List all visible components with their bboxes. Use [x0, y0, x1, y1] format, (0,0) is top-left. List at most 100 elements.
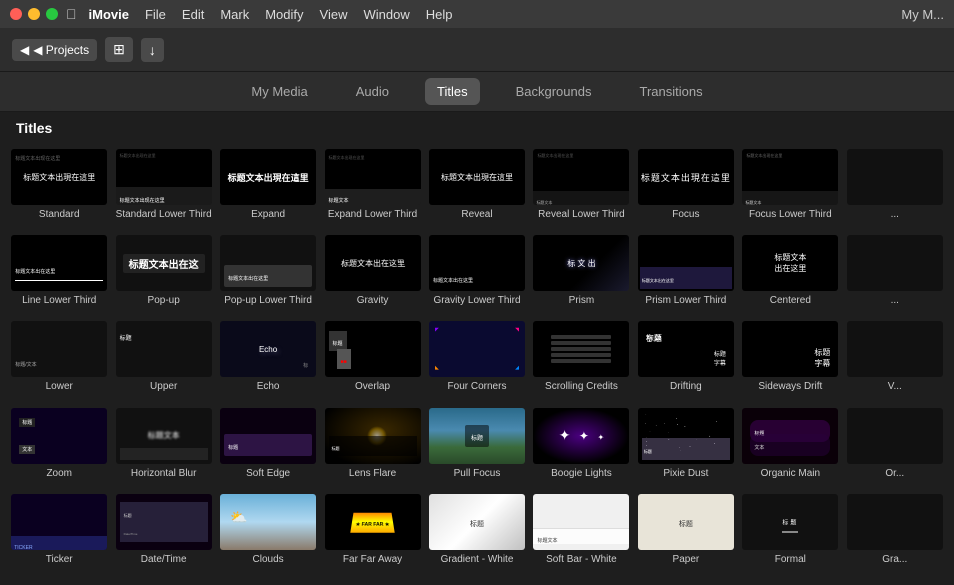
title-tile[interactable]: ★ FAR FAR ★Far Far Away	[321, 491, 423, 575]
title-tile[interactable]: 标题字幕Sideways Drift	[739, 318, 841, 402]
title-tile[interactable]: 标题文本出在这里Gravity	[321, 232, 423, 316]
tile-label: Scrolling Credits	[545, 380, 618, 393]
tab-transitions[interactable]: Transitions	[627, 78, 714, 105]
tile-label: Gra...	[882, 553, 907, 566]
tile-label: Pixie Dust	[663, 467, 708, 480]
tile-label: Standard Lower Third	[116, 208, 212, 221]
title-tile[interactable]: Scrolling Credits	[530, 318, 632, 402]
title-tile[interactable]: 标题文本Horizontal Blur	[112, 405, 214, 489]
tile-label: Ticker	[46, 553, 73, 566]
tile-label: Sideways Drift	[758, 380, 822, 393]
title-tile[interactable]: 标题文本出现在这里标题文本Focus Lower Third	[739, 146, 841, 230]
title-tile[interactable]: 标题Upper	[112, 318, 214, 402]
toolbar: ◀ ◀ Projects ⊞ ↓	[0, 28, 954, 72]
title-tile[interactable]: 标 文 出Prism	[530, 232, 632, 316]
title-tile[interactable]: 标题Date/TimeDate/Time	[112, 491, 214, 575]
tile-label: Reveal Lower Third	[538, 208, 625, 221]
tile-label: Gradient - White	[441, 553, 514, 566]
title-tile[interactable]: ⛅Clouds	[217, 491, 319, 575]
section-title: Titles	[0, 112, 954, 142]
close-button[interactable]	[10, 8, 22, 20]
title-tile[interactable]: Gra...	[844, 491, 946, 575]
tab-my-media[interactable]: My Media	[239, 78, 319, 105]
tab-backgrounds[interactable]: Backgrounds	[504, 78, 604, 105]
grid-icon: ⊞	[113, 41, 125, 58]
minimize-button[interactable]	[28, 8, 40, 20]
title-tile[interactable]: 标题文本出現在這里Focus	[635, 146, 737, 230]
titles-grid: 标题文本出现在这里标题文本出現在這里Standard标题文本出现在这里标题文本出…	[0, 142, 954, 579]
tile-label: Paper	[673, 553, 700, 566]
title-tile[interactable]: 标题文本出在这里Prism Lower Third	[635, 232, 737, 316]
tile-label: Line Lower Third	[22, 294, 96, 307]
title-tile[interactable]: V...	[844, 318, 946, 402]
apple-logo-icon: 	[66, 6, 77, 22]
download-button[interactable]: ↓	[141, 38, 164, 62]
tile-label: Gravity	[357, 294, 389, 307]
tile-label: Expand Lower Third	[328, 208, 417, 221]
menu-file[interactable]: File	[145, 7, 166, 22]
traffic-lights	[10, 8, 58, 20]
title-tile[interactable]: 标题字幕标题字幕Drifting	[635, 318, 737, 402]
tile-label: Far Far Away	[343, 553, 402, 566]
projects-button[interactable]: ◀ ◀ Projects	[12, 39, 97, 61]
menu-edit[interactable]: Edit	[182, 7, 204, 22]
title-tile[interactable]: TICKERTicker	[8, 491, 110, 575]
title-tile[interactable]: 标题文本出在这里Line Lower Third	[8, 232, 110, 316]
tab-titles[interactable]: Titles	[425, 78, 480, 105]
title-tile[interactable]: 标题文本出在这里Gravity Lower Third	[426, 232, 528, 316]
tile-label: Pull Focus	[454, 467, 501, 480]
title-tile[interactable]: 标题文本出在这Pop-up	[112, 232, 214, 316]
menu-help[interactable]: Help	[426, 7, 453, 22]
title-tile[interactable]: 标题文本出现在这里标题文本Reveal Lower Third	[530, 146, 632, 230]
menu-modify[interactable]: Modify	[265, 7, 303, 22]
title-tile[interactable]: ✦ ✦ ✦ Boogie Lights	[530, 405, 632, 489]
tile-label: Focus Lower Third	[749, 208, 832, 221]
tile-label: Formal	[775, 553, 806, 566]
title-tile[interactable]: 标题文本出现在这里标题文本出現在這里Standard	[8, 146, 110, 230]
title-tile[interactable]: 标题Gradient - White	[426, 491, 528, 575]
title-tile[interactable]: ...	[844, 232, 946, 316]
tile-label: Prism	[569, 294, 595, 307]
tile-label: Expand	[251, 208, 285, 221]
tile-label: Echo	[257, 380, 280, 393]
tile-label: Four Corners	[448, 380, 507, 393]
tile-label: Or...	[885, 467, 904, 480]
title-tile[interactable]: 标题文本出在这里Centered	[739, 232, 841, 316]
title-tile[interactable]: 标题■■Overlap	[321, 318, 423, 402]
title-tile[interactable]: 标题Paper	[635, 491, 737, 575]
title-tile[interactable]: 标题/文本Lower	[8, 318, 110, 402]
chevron-left-icon: ◀	[20, 43, 29, 57]
tile-label: Standard	[39, 208, 80, 221]
window-title: My M...	[901, 7, 944, 22]
title-tile[interactable]: 标题Lens Flare	[321, 405, 423, 489]
tile-label: Horizontal Blur	[131, 467, 197, 480]
title-tile[interactable]: 标题文本Organic Main	[739, 405, 841, 489]
view-toggle-button[interactable]: ⊞	[105, 37, 133, 62]
title-tile[interactable]: 标题文本出現在這里Expand	[217, 146, 319, 230]
title-tile[interactable]: ····················标题Pixie Dust	[635, 405, 737, 489]
title-tile[interactable]: ◤◥◣◢Four Corners	[426, 318, 528, 402]
tile-label: Overlap	[355, 380, 390, 393]
title-tile[interactable]: 标题Formal	[739, 491, 841, 575]
title-tile[interactable]: 标题文本Soft Bar - White	[530, 491, 632, 575]
menu-view[interactable]: View	[320, 7, 348, 22]
menu-bar: File Edit Mark Modify View Window Help	[145, 7, 453, 22]
tile-label: Centered	[770, 294, 811, 307]
menu-mark[interactable]: Mark	[220, 7, 249, 22]
title-tile[interactable]: Echo标Echo	[217, 318, 319, 402]
tile-label: ...	[891, 294, 899, 307]
fullscreen-button[interactable]	[46, 8, 58, 20]
title-tile[interactable]: 标题Soft Edge	[217, 405, 319, 489]
tab-audio[interactable]: Audio	[344, 78, 401, 105]
title-tile[interactable]: 标题文本Zoom	[8, 405, 110, 489]
title-tile[interactable]: ...	[844, 146, 946, 230]
title-tile[interactable]: 标題文本出現在這里Reveal	[426, 146, 528, 230]
title-tile[interactable]: 标题文本出现在这里标题文本Expand Lower Third	[321, 146, 423, 230]
tile-label: Soft Bar - White	[546, 553, 617, 566]
title-tile[interactable]: Or...	[844, 405, 946, 489]
menu-window[interactable]: Window	[363, 7, 409, 22]
projects-label: ◀ Projects	[33, 43, 89, 57]
title-tile[interactable]: 标题文本出在这里Pop-up Lower Third	[217, 232, 319, 316]
title-tile[interactable]: 标题Pull Focus	[426, 405, 528, 489]
title-tile[interactable]: 标题文本出现在这里标题文本出现在这里Standard Lower Third	[112, 146, 214, 230]
